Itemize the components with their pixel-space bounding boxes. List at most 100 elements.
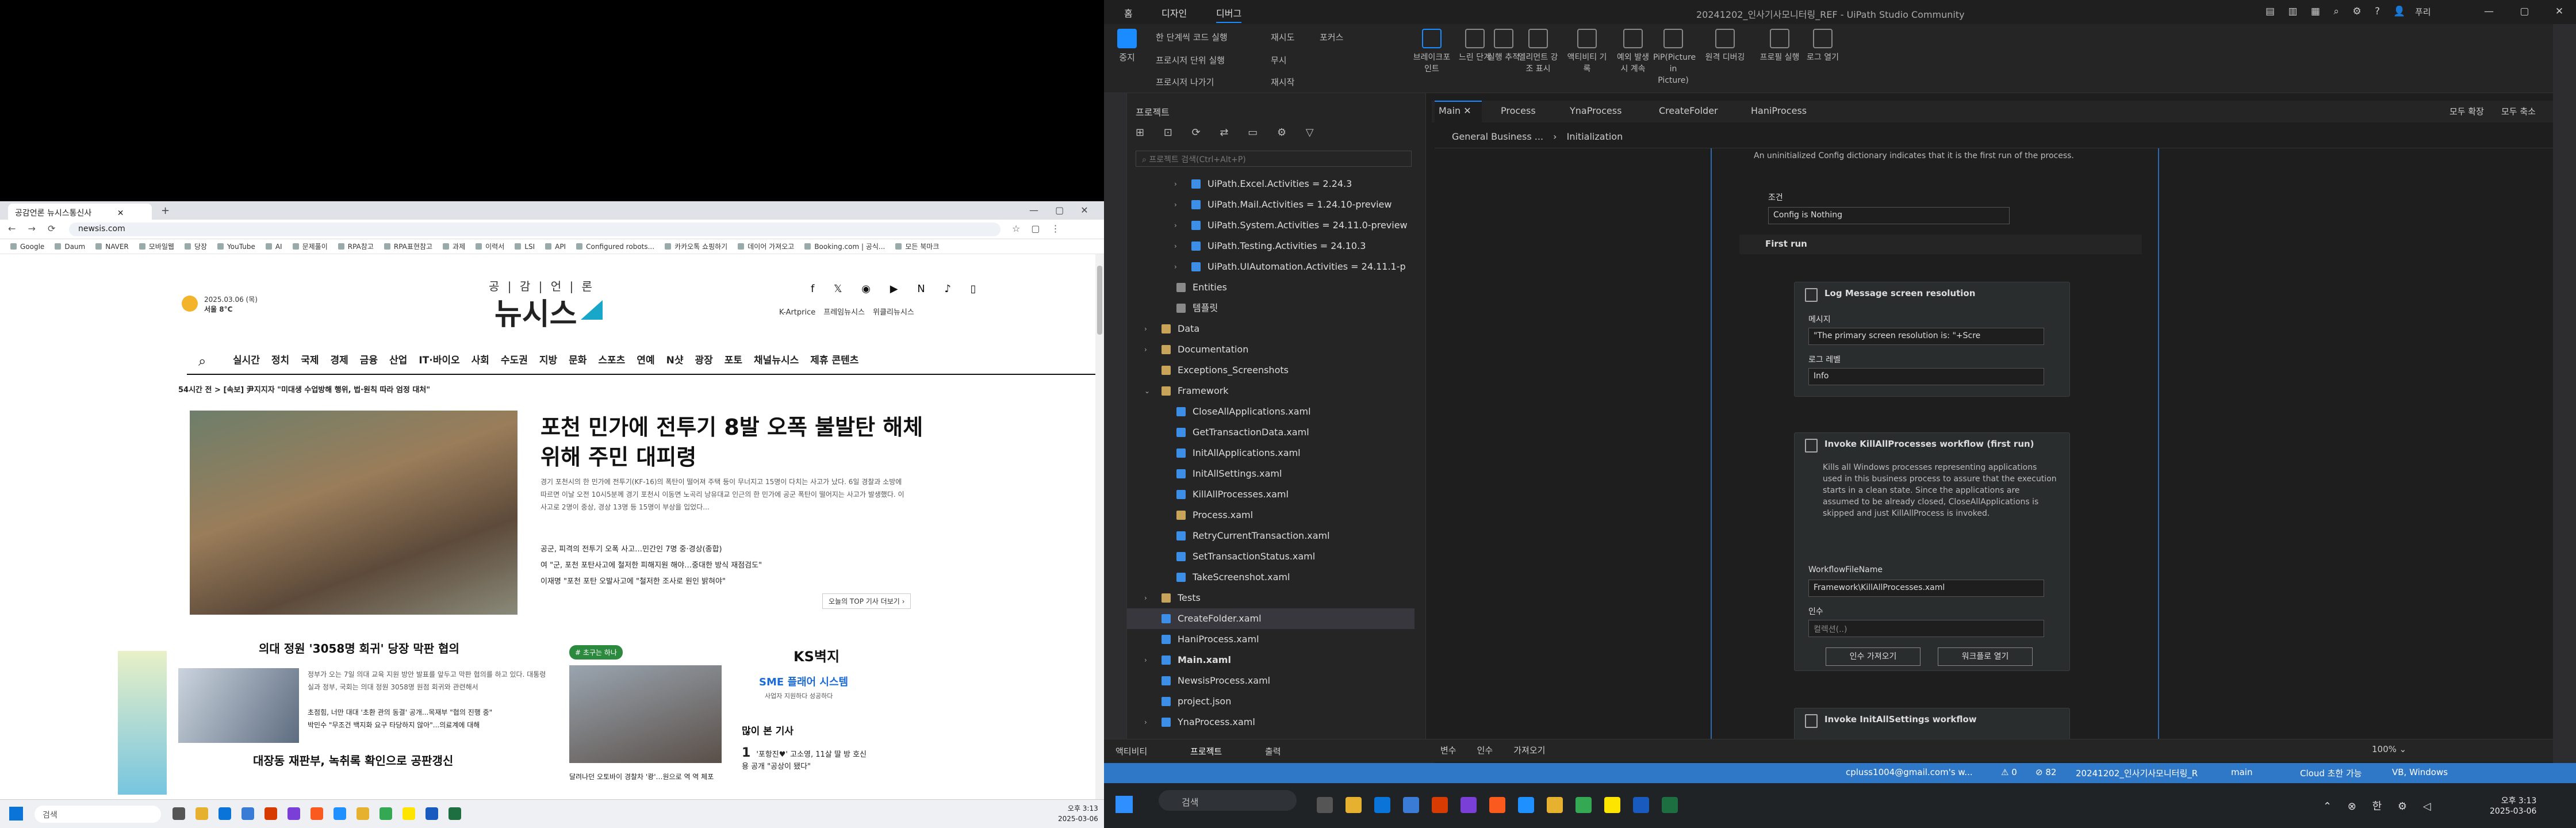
app-icon[interactable] [1403, 797, 1419, 813]
bookmark-item[interactable]: 문제풀이 [293, 239, 328, 254]
window-controls[interactable]: — ▢ ✕ [2484, 6, 2563, 17]
bottom-tab[interactable]: 변수 [1440, 745, 1456, 756]
expand-all-button[interactable]: 모두 확장 [2450, 105, 2484, 117]
user-menu[interactable]: 푸리 [2415, 6, 2431, 18]
window-controls[interactable]: — ▢ ✕ [1029, 205, 1088, 216]
tree-item[interactable]: TakeScreenshot.xaml [1127, 567, 1414, 588]
tree-item[interactable]: HaniProcess.xaml [1127, 629, 1414, 650]
message-input[interactable]: "The primary screen resolution is: "+Scr… [1808, 328, 2044, 345]
section-headline-2[interactable]: 대장동 재판부, 녹취록 확인으로 공판갱신 [253, 752, 453, 768]
app-icon[interactable] [241, 807, 254, 820]
tree-item[interactable]: Exceptions_Screenshots [1127, 360, 1414, 381]
tree-item[interactable]: › Data [1127, 319, 1414, 339]
menu-item[interactable]: 경제 [330, 352, 348, 366]
hero-headline[interactable]: 포천 민가에 전투기 8발 오폭 불발탄 해체 위해 주민 대피령 [540, 412, 943, 472]
open-workflow-button[interactable]: 워크플로 열기 [1938, 647, 2033, 666]
menu-item[interactable]: 실시간 [233, 352, 260, 366]
word-icon[interactable] [1633, 797, 1649, 813]
chevron-icon[interactable]: › [1144, 319, 1147, 339]
collapse-all-button[interactable]: 모두 축소 [2501, 105, 2536, 117]
left-promo-banners[interactable] [118, 651, 167, 795]
top-link[interactable]: 프레임뉴시스 [823, 308, 865, 317]
menu-item[interactable]: 지방 [539, 352, 557, 366]
bookmark-item[interactable]: 카카오톡 쇼핑하기 [665, 239, 727, 254]
bottom-left-tab[interactable]: 프로젝트 [1190, 745, 1222, 757]
new-tab-icon[interactable]: + [161, 205, 170, 217]
tree-item[interactable]: 템플릿 [1127, 298, 1414, 319]
chevron-icon[interactable]: › [1144, 588, 1147, 608]
ad-headline[interactable]: SME 플래어 시스템 [759, 674, 848, 689]
menu-item[interactable]: 문화 [569, 352, 586, 366]
store-icon[interactable] [1374, 797, 1390, 813]
status-cloud[interactable]: Cloud 초한 가능 [2300, 767, 2362, 779]
ribbon-button[interactable]: 프로필 실행 [1759, 29, 1800, 63]
hero-link[interactable]: 이재명 "포천 포탄 오발사고에 "철저한 조사로 원인 밝혀야" [540, 574, 762, 590]
tree-item[interactable]: ⌄ Framework [1127, 381, 1414, 401]
tree-item[interactable]: KillAllProcesses.xaml [1127, 484, 1414, 505]
right-side-strip[interactable] [2553, 24, 2576, 772]
invoke-initallsettings-activity[interactable]: Invoke InitAllSettings workflow [1794, 708, 2070, 742]
close-icon[interactable]: ✕ [1463, 105, 1471, 116]
tree-item[interactable]: › UiPath.Mail.Activities = 1.24.10-previe… [1127, 194, 1414, 215]
task-view-icon[interactable] [1317, 797, 1333, 813]
menu-item[interactable]: N샷 [666, 352, 684, 366]
app-icon[interactable] [1460, 797, 1477, 813]
bookmark-item[interactable]: Daum [55, 239, 85, 254]
chevron-icon[interactable]: › [1174, 236, 1177, 256]
bottom-left-tab[interactable]: 출력 [1265, 745, 1281, 757]
bookmark-item[interactable]: 이력서 [476, 239, 504, 254]
menu-item[interactable]: 스포츠 [598, 352, 625, 366]
breadcrumb-item[interactable]: Initialization [1567, 131, 1623, 142]
chevron-icon[interactable]: › [1174, 215, 1177, 236]
status-branch[interactable]: main [2231, 767, 2252, 777]
tree-item[interactable]: › Main.xaml [1127, 650, 1414, 670]
step-out-button[interactable]: 프로시저 나가기 [1156, 76, 1214, 88]
tree-item[interactable]: › UiPath.UIAutomation.Activities = 24.11.… [1127, 256, 1414, 277]
kakaotalk-icon[interactable] [402, 807, 415, 820]
ribbon-button[interactable]: 예외 발생 시 계속 [1613, 29, 1653, 75]
menu-item[interactable]: 채널뉴시스 [754, 352, 799, 366]
bookmark-item[interactable]: RPA표현참고 [384, 239, 432, 254]
tree-item[interactable]: SetTransactionStatus.xaml [1127, 546, 1414, 567]
app-icon[interactable] [288, 807, 300, 820]
chevron-icon[interactable]: › [1144, 712, 1147, 733]
top-link[interactable]: K-Artprice [779, 308, 815, 317]
tree-item[interactable]: RetryCurrentTransaction.xaml [1127, 526, 1414, 546]
tree-item[interactable]: › UiPath.System.Activities = 24.11.0-prev… [1127, 215, 1414, 236]
taskbar-clock[interactable]: 오후 3:13 2025-03-06 [2490, 796, 2536, 816]
windows-start-icon[interactable] [1116, 796, 1133, 813]
office-icon[interactable] [264, 807, 277, 820]
menu-item[interactable]: 사회 [471, 352, 489, 366]
project-toolbar[interactable]: ⊞ ⊡ ⟳ ⇄ ▭ ⚙ ▽ [1136, 126, 1322, 139]
title-toolbar-icons[interactable]: ▤ ▥ ▦ ⌕ ⚙ ? 👤 [2266, 6, 2406, 17]
taskbar-search[interactable]: 검색 [1159, 790, 1297, 811]
breadcrumb-item[interactable]: General Business ... [1452, 131, 1543, 142]
word-icon[interactable] [425, 807, 438, 820]
tree-item[interactable]: CloseAllApplications.xaml [1127, 401, 1414, 422]
hero-link[interactable]: 공군, 피격의 전투기 오폭 사고…민간인 7명 중·경상(종합) [540, 542, 762, 558]
folder-icon[interactable] [356, 807, 369, 820]
section-link[interactable]: 초점힘, 너만 대대 '초환 관의 동결' 공개...목재부 "협의 진행 중" [308, 706, 549, 719]
close-icon[interactable]: ✕ [117, 209, 124, 218]
tree-item[interactable]: › UiPath.Testing.Activities = 24.10.3 [1127, 236, 1414, 256]
ribbon-tab-home[interactable]: 홈 [1124, 6, 1133, 20]
chrome-icon[interactable] [1575, 797, 1592, 813]
tray-icons[interactable]: ⌃ ⊗ 한 ⚙ ◁ [2323, 798, 2431, 813]
browser-toolbar-icons[interactable]: ☆ ▢ ⋮ [1012, 223, 1060, 234]
chevron-icon[interactable]: › [1174, 174, 1177, 194]
ribbon-button[interactable]: 브레이크포인트 [1412, 29, 1452, 75]
ignore-button[interactable]: 무시 [1271, 54, 1287, 66]
scroll-thumb[interactable] [1097, 266, 1102, 335]
condition-input[interactable]: Config is Nothing [1768, 207, 2010, 224]
app-icon[interactable] [334, 807, 346, 820]
tree-item[interactable]: InitAllApplications.xaml [1127, 443, 1414, 463]
page-scrollbar[interactable] [1095, 254, 1104, 799]
chevron-icon[interactable]: › [1174, 194, 1177, 215]
tree-item[interactable]: InitAllSettings.xaml [1127, 463, 1414, 484]
social-icons[interactable]: f 𝕏 ◉ ▶ N ♪ ▯ [811, 283, 984, 295]
office-icon[interactable] [1432, 797, 1448, 813]
section-headline-1[interactable]: 의대 정원 '3058명 회귀' 당장 막판 협의 [259, 639, 459, 656]
menu-item[interactable]: 수도권 [501, 352, 528, 366]
bookmark-item[interactable]: 모바일웹 [139, 239, 174, 254]
app-icon[interactable] [310, 807, 323, 820]
